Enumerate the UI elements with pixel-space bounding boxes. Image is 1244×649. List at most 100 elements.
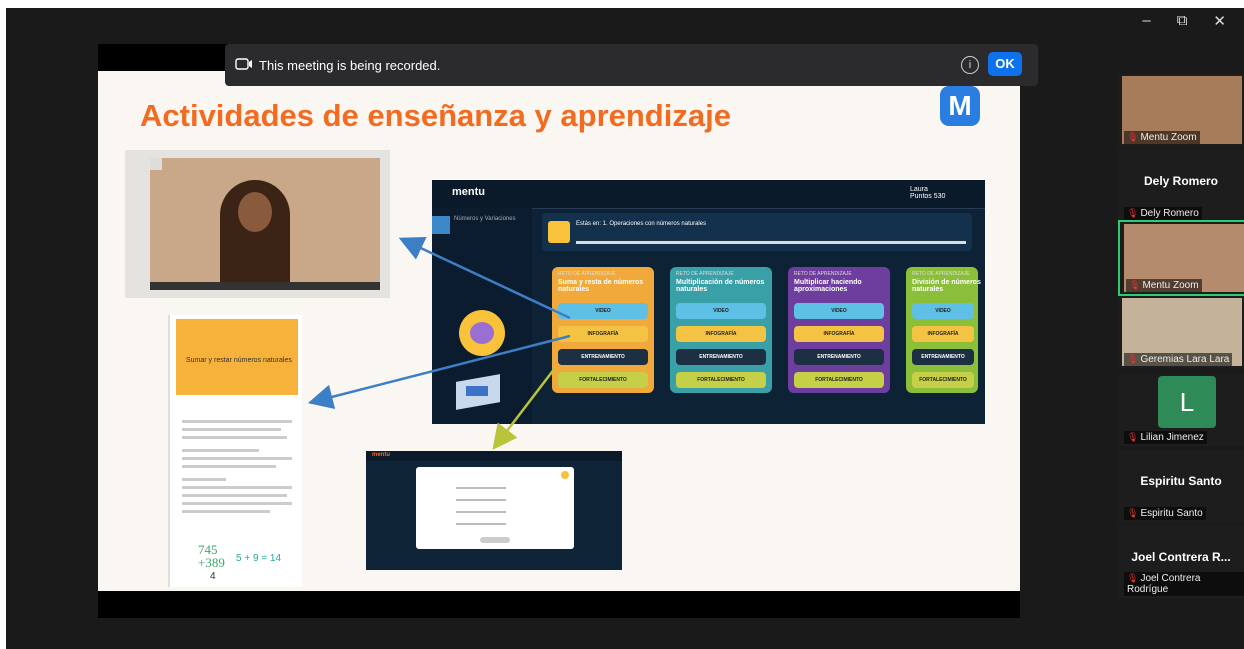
addition-result: 4 <box>210 571 216 582</box>
quiz-badge-icon <box>561 471 569 479</box>
mentu-app-screenshot: mentu Laura Puntos 530 Números y Variacio… <box>432 180 985 424</box>
mic-muted-icon: 🎙 <box>1127 208 1139 218</box>
participant-name: 🎙 Dely Romero <box>1124 207 1202 220</box>
participant-tile[interactable]: Joel Contrera R... 🎙 Joel Contrera Rodrígu… <box>1118 526 1244 598</box>
restore-icon[interactable]: ⧉ <box>1177 12 1188 30</box>
participant-name: 🎙 Mentu Zoom <box>1124 131 1200 144</box>
card-infografía-button: INFOGRAFÍA <box>912 326 974 342</box>
participant-name-text: Lilian Jimenez <box>1140 432 1204 443</box>
app-brand: mentu <box>452 186 485 198</box>
participant-name: 🎙 Joel Contrera Rodrígue <box>1124 572 1244 596</box>
card-entrenamiento-button: ENTRENAMIENTO <box>912 349 974 365</box>
mic-muted-icon: 🎙 <box>1127 573 1139 583</box>
mentu-logo: M <box>940 86 980 126</box>
card-title: Suma y resta de números naturales <box>558 279 644 293</box>
recording-banner: This meeting is being recorded. i OK <box>225 44 1038 86</box>
quiz-header: mentu <box>366 451 622 461</box>
flag-icon <box>548 221 570 243</box>
document-header: Sumar y restar números naturales <box>176 319 298 395</box>
sidebar-label: Números y Variaciones <box>454 216 516 222</box>
quiz-option <box>456 487 506 489</box>
participant-avatar: L <box>1158 376 1216 428</box>
mic-muted-icon: 🎙 <box>1127 132 1139 142</box>
challenge-card: RETO DE APRENDIZAJE Multiplicación de núm… <box>670 267 772 393</box>
app-user: Laura Puntos 530 <box>910 186 945 200</box>
mic-muted-icon: 🎙 <box>1127 432 1139 442</box>
participant-name: 🎙 Lilian Jimenez <box>1124 431 1207 444</box>
challenge-card: RETO DE APRENDIZAJE Multiplicar haciendo … <box>788 267 890 393</box>
quiz-option <box>456 499 506 501</box>
card-fortalecimiento-button: FORTALECIMIENTO <box>558 372 648 388</box>
participant-tile[interactable]: 🎙 Mentu Zoom <box>1118 74 1244 146</box>
card-title: División de números naturales <box>912 279 981 293</box>
participant-display-name: Espiritu Santo <box>1140 474 1222 488</box>
slide-title: Actividades de enseñanza y aprendizaje <box>140 98 731 133</box>
document-text <box>182 415 292 518</box>
close-icon[interactable]: ✕ <box>1213 12 1226 30</box>
app-user-points: Puntos 530 <box>910 193 946 200</box>
card-infografía-button: INFOGRAFÍA <box>794 326 884 342</box>
participant-name: 🎙 Espiritu Santo <box>1124 507 1206 520</box>
card-video-button: VIDEO <box>676 303 766 319</box>
card-fortalecimiento-button: FORTALECIMIENTO <box>794 372 884 388</box>
addition-rhs: 5 + 9 = 14 <box>236 553 282 564</box>
card-fortalecimiento-button: FORTALECIMIENTO <box>676 372 766 388</box>
participant-name-text: Joel Contrera Rodrígue <box>1127 573 1201 595</box>
participant-name-text: Dely Romero <box>1140 208 1199 219</box>
unit-title: Estás en: 1. Operaciones con números nat… <box>576 221 707 227</box>
participant-display-name: Joel Contrera R... <box>1131 550 1231 564</box>
ok-button[interactable]: OK <box>988 52 1022 76</box>
card-infografía-button: INFOGRAFÍA <box>676 326 766 342</box>
video-controls-bar <box>150 282 380 290</box>
participant-name: 🎙 Geremias Lara Lara <box>1124 353 1233 366</box>
challenge-card: RETO DE APRENDIZAJE División de números n… <box>906 267 981 393</box>
card-infografía-button: INFOGRAFÍA <box>558 326 648 342</box>
participant-name: 🎙 Mentu Zoom <box>1126 279 1202 292</box>
quiz-option <box>456 523 506 525</box>
participant-tile[interactable]: Dely Romero 🎙 Dely Romero <box>1118 150 1244 222</box>
quiz-brand: mentu <box>372 452 390 458</box>
card-tag: RETO DE APRENDIZAJE <box>676 271 734 277</box>
card-video-button: VIDEO <box>794 303 884 319</box>
card-fortalecimiento-button: FORTALECIMIENTO <box>912 372 974 388</box>
quiz-submit <box>480 537 510 543</box>
card-tag: RETO DE APRENDIZAJE <box>794 271 852 277</box>
quiz-screenshot: mentu <box>366 451 622 570</box>
minimize-icon[interactable]: – <box>1142 12 1150 30</box>
card-video-button: VIDEO <box>912 303 974 319</box>
participant-tile[interactable]: L 🎙 Lilian Jimenez <box>1118 374 1244 446</box>
participant-tile[interactable]: 🎙 Mentu Zoom <box>1118 220 1244 296</box>
card-entrenamiento-button: ENTRENAMIENTO <box>558 349 648 365</box>
mic-muted-icon: 🎙 <box>1129 280 1141 290</box>
unit-bar: Estás en: 1. Operaciones con números nat… <box>542 213 972 251</box>
document-title: Sumar y restar números naturales <box>186 357 292 364</box>
app-header: mentu Laura Puntos 530 <box>432 180 985 209</box>
mic-muted-icon: 🎙 <box>1127 354 1139 364</box>
card-title: Multiplicación de números naturales <box>676 279 765 293</box>
participant-tile[interactable]: 🎙 Geremias Lara Lara <box>1118 296 1244 368</box>
info-icon[interactable]: i <box>961 56 979 74</box>
mic-muted-icon: 🎙 <box>1127 508 1139 518</box>
mascot-icon <box>459 310 505 356</box>
back-arrow-icon <box>432 216 450 234</box>
recording-text: This meeting is being recorded. <box>259 58 441 73</box>
card-entrenamiento-button: ENTRENAMIENTO <box>794 349 884 365</box>
participant-name-text: Mentu Zoom <box>1140 132 1197 143</box>
video-logo-icon <box>150 158 162 170</box>
app-user-name: Laura <box>910 186 928 193</box>
card-tag: RETO DE APRENDIZAJE <box>912 271 970 277</box>
infographic-document: Sumar y restar números naturales 745 +38… <box>168 315 302 587</box>
addition-example: 745 +389 <box>198 542 225 570</box>
video-thumbnail <box>125 150 390 298</box>
presenter-face <box>238 192 272 232</box>
card-title: Multiplicar haciendo aproximaciones <box>794 279 862 293</box>
window-controls: – ⧉ ✕ <box>1142 12 1226 30</box>
participant-tile[interactable]: Espiritu Santo 🎙 Espiritu Santo <box>1118 450 1244 522</box>
participant-gallery: 🎙 Mentu Zoom Dely Romero 🎙 Dely Romero 🎙 Mentu… <box>1112 60 1244 600</box>
challenge-card: RETO DE APRENDIZAJE Suma y resta de númer… <box>552 267 654 393</box>
video-frame <box>150 158 380 290</box>
recording-icon <box>235 58 253 73</box>
quiz-option <box>456 511 506 513</box>
participant-name-text: Espiritu Santo <box>1140 508 1203 519</box>
participant-display-name: Dely Romero <box>1143 174 1219 188</box>
